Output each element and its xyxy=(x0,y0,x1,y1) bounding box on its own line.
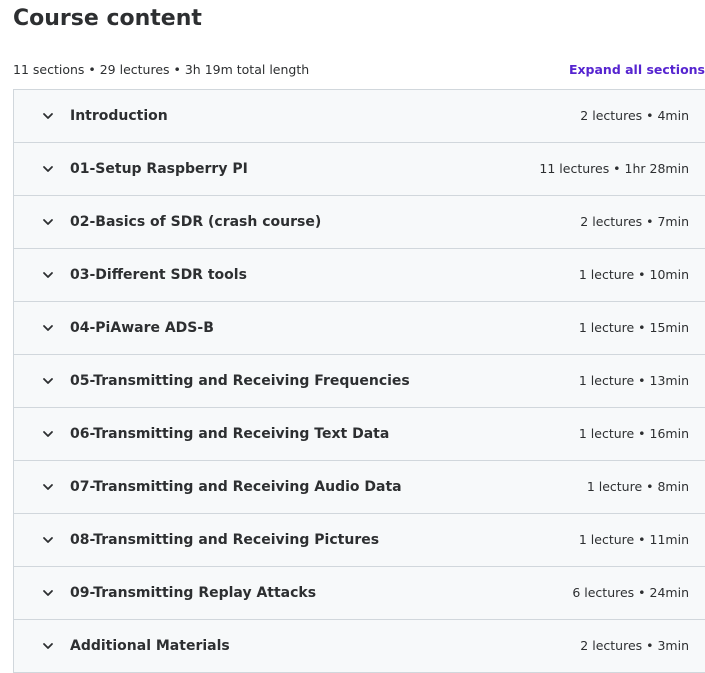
section-lecture-info: 2 lectures • 4min xyxy=(580,108,689,123)
section-title: Additional Materials xyxy=(70,638,230,654)
section-lecture-info: 1 lecture • 11min xyxy=(578,532,689,547)
section-title: 07-Transmitting and Receiving Audio Data xyxy=(70,479,402,495)
section-lecture-info: 2 lectures • 3min xyxy=(580,638,689,653)
course-summary-row: 11 sections • 29 lectures • 3h 19m total… xyxy=(13,60,705,80)
section-title: 03-Different SDR tools xyxy=(70,267,247,283)
chevron-down-icon xyxy=(42,587,54,599)
section-row[interactable]: 02-Basics of SDR (crash course) 2 lecture… xyxy=(14,196,705,249)
section-row[interactable]: 03-Different SDR tools 1 lecture • 10min xyxy=(14,249,705,302)
section-title: 08-Transmitting and Receiving Pictures xyxy=(70,532,380,548)
chevron-down-icon xyxy=(42,428,54,440)
section-row[interactable]: 09-Transmitting Replay Attacks 6 lectures… xyxy=(14,567,705,620)
section-lecture-info: 6 lectures • 24min xyxy=(572,585,689,600)
section-row[interactable]: 05-Transmitting and Receiving Frequencie… xyxy=(14,355,705,408)
section-lecture-info: 1 lecture • 16min xyxy=(578,426,689,441)
chevron-down-icon xyxy=(42,110,54,122)
section-title: 04-PiAware ADS-B xyxy=(70,320,214,336)
section-title: 09-Transmitting Replay Attacks xyxy=(70,585,317,601)
section-lecture-info: 1 lecture • 8min xyxy=(586,479,689,494)
section-row[interactable]: 04-PiAware ADS-B 1 lecture • 15min xyxy=(14,302,705,355)
section-row[interactable]: 01-Setup Raspberry PI 11 lectures • 1hr 2… xyxy=(14,143,705,196)
section-list: Introduction 2 lectures • 4min 01-Setup Ra… xyxy=(13,89,705,673)
section-title: Introduction xyxy=(70,108,168,124)
course-summary: 11 sections • 29 lectures • 3h 19m total… xyxy=(13,62,310,77)
section-row[interactable]: 07-Transmitting and Receiving Audio Data… xyxy=(14,461,705,514)
section-title: 02-Basics of SDR (crash course) xyxy=(70,214,322,230)
section-row[interactable]: 06-Transmitting and Receiving Text Data 1… xyxy=(14,408,705,461)
chevron-down-icon xyxy=(42,481,54,493)
chevron-down-icon xyxy=(42,163,54,175)
chevron-down-icon xyxy=(42,216,54,228)
section-row[interactable]: Introduction 2 lectures • 4min xyxy=(14,90,705,143)
section-title: 05-Transmitting and Receiving Frequencie… xyxy=(70,373,410,389)
expand-all-sections-button[interactable]: Expand all sections xyxy=(569,60,705,80)
chevron-down-icon xyxy=(42,269,54,281)
chevron-down-icon xyxy=(42,640,54,652)
section-lecture-info: 1 lecture • 15min xyxy=(578,320,689,335)
section-lecture-info: 2 lectures • 7min xyxy=(580,214,689,229)
chevron-down-icon xyxy=(42,322,54,334)
chevron-down-icon xyxy=(42,534,54,546)
section-row[interactable]: 08-Transmitting and Receiving Pictures 1 … xyxy=(14,514,705,567)
section-lecture-info: 1 lecture • 13min xyxy=(578,373,689,388)
page-title: Course content xyxy=(13,6,202,31)
section-lecture-info: 1 lecture • 10min xyxy=(578,267,689,282)
section-lecture-info: 11 lectures • 1hr 28min xyxy=(539,161,689,176)
section-title: 06-Transmitting and Receiving Text Data xyxy=(70,426,390,442)
chevron-down-icon xyxy=(42,375,54,387)
section-title: 01-Setup Raspberry PI xyxy=(70,161,248,177)
section-row[interactable]: Additional Materials 2 lectures • 3min xyxy=(14,620,705,673)
